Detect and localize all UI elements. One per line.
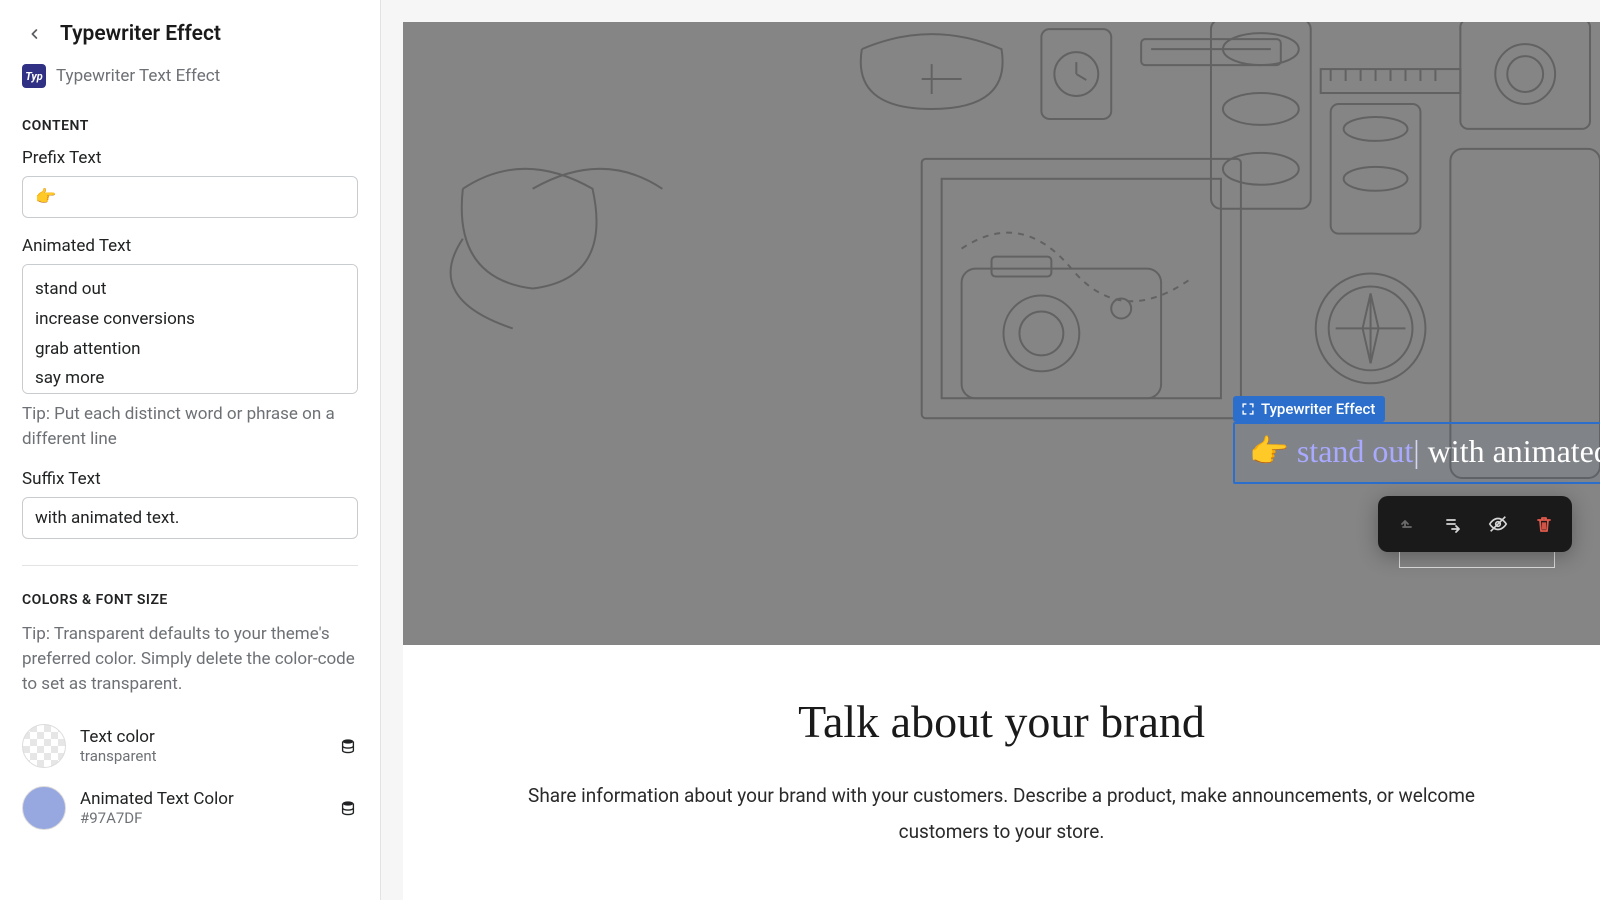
text-color-info: Text color transparent [80,727,324,765]
app-icon: Typ [22,64,46,88]
selection-label-text: Typewriter Effect [1261,400,1375,418]
fullscreen-icon [1241,402,1255,416]
brand-section: Talk about your brand Share information … [403,645,1600,900]
text-color-label: Text color [80,727,324,747]
text-color-value: transparent [80,747,324,765]
animated-textarea[interactable] [22,264,358,394]
selection-label[interactable]: Typewriter Effect [1233,396,1385,422]
eye-off-icon [1487,513,1509,535]
typewriter-cursor: | [1413,433,1419,469]
back-button[interactable] [22,22,46,46]
suffix-field: Suffix Text [0,469,380,557]
prefix-field: Prefix Text [0,148,380,236]
selection-outline[interactable]: Typewriter Effect 👉 stand out| with anim… [1233,422,1600,484]
hero-section: Typewriter Effect 👉 stand out| with anim… [403,22,1600,645]
colors-tip: Tip: Transparent defaults to your theme'… [0,622,380,718]
typewriter-prefix: 👉 [1249,433,1289,469]
brand-title: Talk about your brand [463,695,1540,748]
prefix-label: Prefix Text [22,148,358,168]
block-toolbar [1378,496,1572,552]
settings-sidebar: Typewriter Effect Typ Typewriter Text Ef… [0,0,381,900]
animated-field: Animated Text Tip: Put each distinct wor… [0,236,380,469]
typewriter-animated: stand out [1297,433,1413,469]
animated-color-label: Animated Text Color [80,789,324,809]
animated-tip: Tip: Put each distinct word or phrase on… [22,402,358,451]
section-colors-heading: COLORS & FONT SIZE [0,584,380,622]
app-name: Typewriter Text Effect [56,66,220,86]
suffix-input[interactable] [22,497,358,539]
preview-pane: Typewriter Effect 👉 stand out| with anim… [381,0,1600,900]
trash-icon [1534,514,1554,534]
move-down-icon [1442,514,1462,534]
placeholder-outline [1399,552,1555,568]
animated-color-value: #97A7DF [80,809,324,827]
text-color-row[interactable]: Text color transparent [0,718,380,780]
animated-color-swatch[interactable] [22,786,66,830]
move-up-button[interactable] [1384,506,1428,542]
text-color-swatch[interactable] [22,724,66,768]
sidebar-title: Typewriter Effect [60,22,221,46]
animated-color-info: Animated Text Color #97A7DF [80,789,324,827]
divider [22,565,358,566]
suffix-label: Suffix Text [22,469,358,489]
animated-label: Animated Text [22,236,358,256]
hide-button[interactable] [1476,506,1520,542]
dynamic-source-icon[interactable] [338,799,358,817]
chevron-left-icon [26,26,42,42]
brand-description: Share information about your brand with … [502,778,1502,850]
dynamic-source-icon[interactable] [338,737,358,755]
delete-button[interactable] [1522,506,1566,542]
app-identifier: Typ Typewriter Text Effect [0,56,380,110]
typewriter-preview: 👉 stand out| with animated text. [1235,424,1600,478]
prefix-input[interactable] [22,176,358,218]
section-content-heading: CONTENT [0,110,380,148]
typewriter-suffix: with animated text. [1428,433,1600,469]
move-down-button[interactable] [1430,506,1474,542]
animated-color-row[interactable]: Animated Text Color #97A7DF [0,780,380,842]
move-up-icon [1396,514,1416,534]
preview-canvas: Typewriter Effect 👉 stand out| with anim… [403,22,1600,900]
sidebar-header: Typewriter Effect [0,0,380,56]
